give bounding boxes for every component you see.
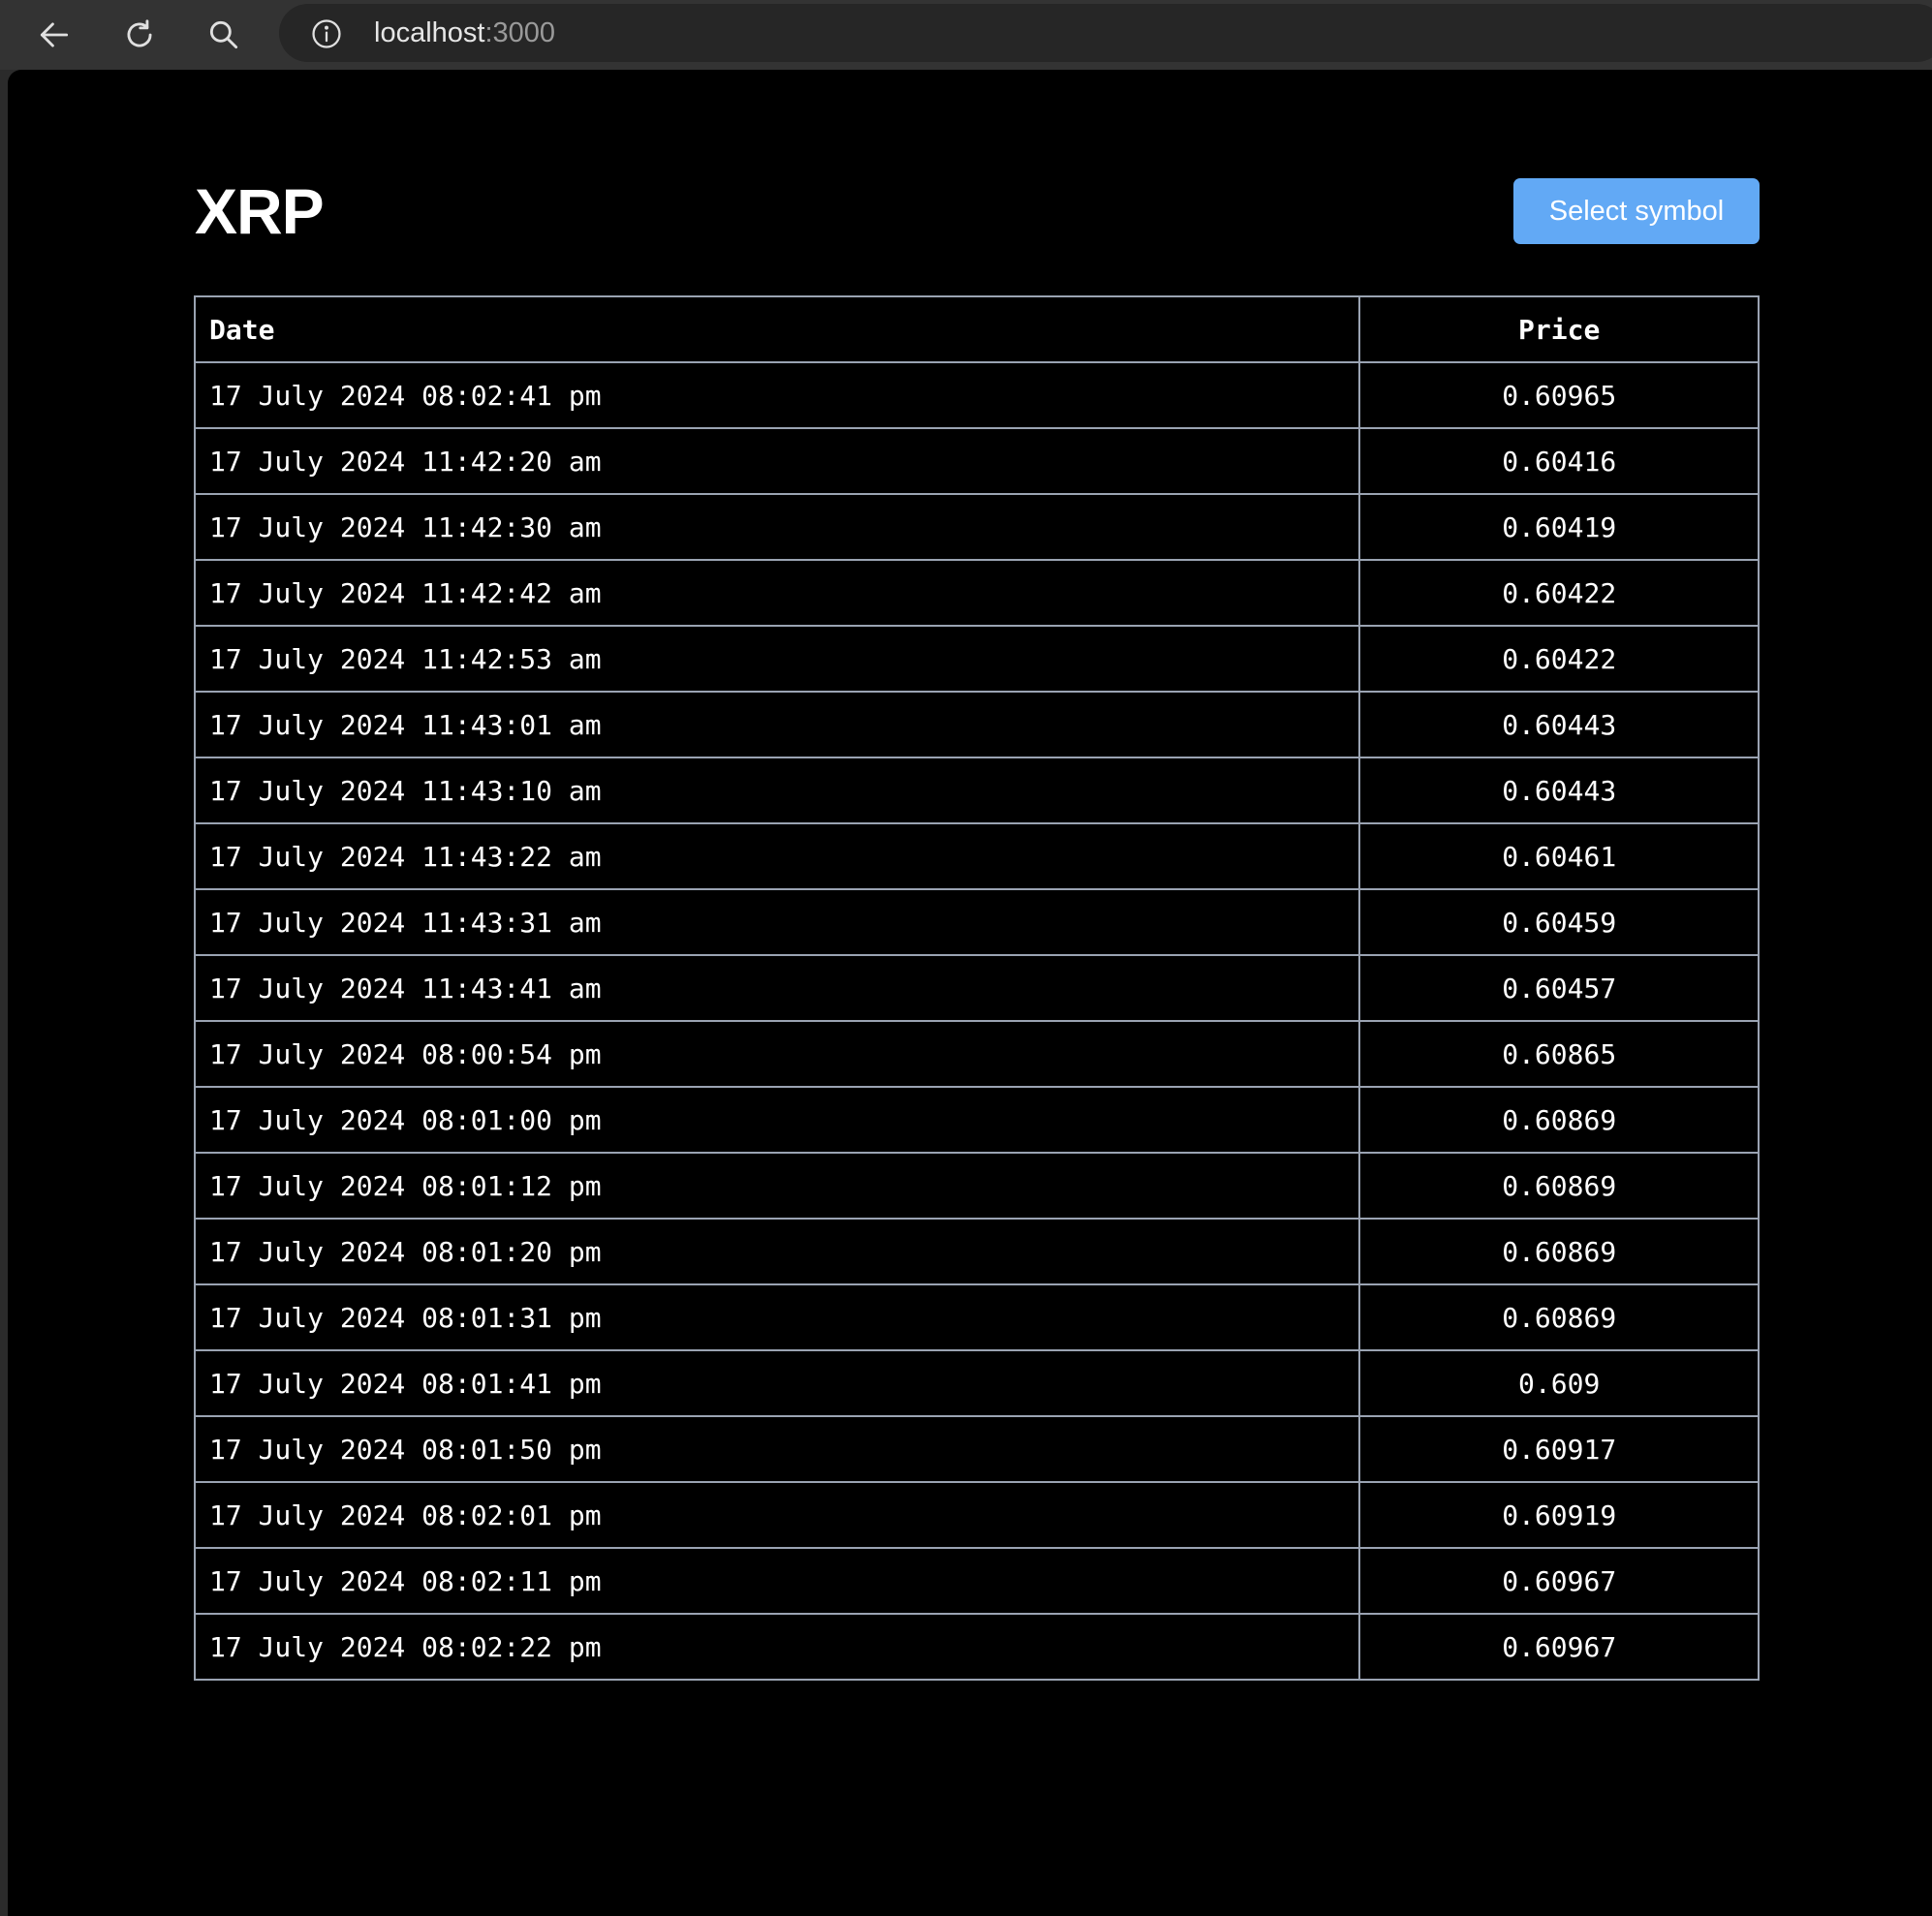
- price-cell: 0.60422: [1358, 559, 1760, 627]
- date-cell: 17 July 2024 08:01:00 pm: [193, 1086, 1361, 1154]
- reload-button[interactable]: [114, 10, 165, 60]
- date-cell: 17 July 2024 11:43:31 am: [193, 888, 1361, 956]
- date-cell: 17 July 2024 11:42:53 am: [193, 625, 1361, 693]
- date-cell: 17 July 2024 08:01:12 pm: [193, 1152, 1361, 1220]
- info-icon[interactable]: [310, 17, 343, 50]
- price-cell: 0.60865: [1358, 1020, 1760, 1088]
- date-cell: 17 July 2024 08:02:11 pm: [193, 1547, 1361, 1615]
- date-cell: 17 July 2024 08:00:54 pm: [193, 1020, 1361, 1088]
- browser-toolbar: localhost:3000: [0, 0, 1932, 70]
- date-cell: 17 July 2024 08:01:20 pm: [193, 1218, 1361, 1285]
- table-row: 17 July 2024 11:43:10 am 0.60443: [193, 757, 1760, 824]
- table-row: 17 July 2024 11:42:53 am 0.60422: [193, 625, 1760, 693]
- table-row: 17 July 2024 11:43:01 am 0.60443: [193, 691, 1760, 758]
- price-cell: 0.60919: [1358, 1481, 1760, 1549]
- price-cell: 0.60443: [1358, 757, 1760, 824]
- price-cell: 0.609: [1358, 1349, 1760, 1417]
- date-cell: 17 July 2024 08:02:41 pm: [193, 361, 1361, 429]
- price-cell: 0.60461: [1358, 822, 1760, 890]
- table-row: 17 July 2024 08:01:50 pm 0.60917: [193, 1415, 1760, 1483]
- date-cell: 17 July 2024 11:43:10 am: [193, 757, 1361, 824]
- price-cell: 0.60457: [1358, 954, 1760, 1022]
- table-row: 17 July 2024 11:42:20 am 0.60416: [193, 427, 1760, 495]
- address-bar[interactable]: localhost:3000: [279, 4, 1932, 62]
- date-cell: 17 July 2024 11:42:30 am: [193, 493, 1361, 561]
- search-icon: [209, 20, 238, 49]
- table-row: 17 July 2024 08:02:11 pm 0.60967: [193, 1547, 1760, 1615]
- table-row: 17 July 2024 11:43:31 am 0.60459: [193, 888, 1760, 956]
- date-cell: 17 July 2024 11:42:42 am: [193, 559, 1361, 627]
- date-column-header: Date: [193, 295, 1361, 363]
- price-cell: 0.60917: [1358, 1415, 1760, 1483]
- back-arrow-icon: [40, 22, 69, 47]
- page-title: XRP: [195, 175, 325, 247]
- price-cell: 0.60869: [1358, 1152, 1760, 1220]
- price-cell: 0.60419: [1358, 493, 1760, 561]
- date-cell: 17 July 2024 08:02:22 pm: [193, 1613, 1361, 1681]
- price-cell: 0.60869: [1358, 1218, 1760, 1285]
- table-row: 17 July 2024 08:02:22 pm 0.60967: [193, 1613, 1760, 1681]
- table-row: 17 July 2024 08:01:12 pm 0.60869: [193, 1152, 1760, 1220]
- price-cell: 0.60459: [1358, 888, 1760, 956]
- price-cell: 0.60967: [1358, 1613, 1760, 1681]
- date-cell: 17 July 2024 11:43:01 am: [193, 691, 1361, 758]
- table-row: 17 July 2024 11:43:22 am 0.60461: [193, 822, 1760, 890]
- date-cell: 17 July 2024 08:02:01 pm: [193, 1481, 1361, 1549]
- select-symbol-button[interactable]: Select symbol: [1513, 178, 1760, 244]
- price-column-header: Price: [1358, 295, 1760, 363]
- back-button[interactable]: [29, 10, 79, 60]
- reload-icon: [127, 19, 152, 47]
- date-cell: 17 July 2024 08:01:31 pm: [193, 1283, 1361, 1351]
- url-port: :3000: [484, 17, 556, 48]
- table-row: 17 July 2024 08:01:00 pm 0.60869: [193, 1086, 1760, 1154]
- table-row: 17 July 2024 08:01:31 pm 0.60869: [193, 1283, 1760, 1351]
- table-row: 17 July 2024 08:02:01 pm 0.60919: [193, 1481, 1760, 1549]
- price-cell: 0.60443: [1358, 691, 1760, 758]
- table-row: 17 July 2024 11:42:30 am 0.60419: [193, 493, 1760, 561]
- price-cell: 0.60967: [1358, 1547, 1760, 1615]
- table-row: 17 July 2024 08:01:41 pm 0.609: [193, 1349, 1760, 1417]
- date-cell: 17 July 2024 11:43:41 am: [193, 954, 1361, 1022]
- price-cell: 0.60416: [1358, 427, 1760, 495]
- price-cell: 0.60869: [1358, 1283, 1760, 1351]
- table-row: 17 July 2024 11:42:42 am 0.60422: [193, 559, 1760, 627]
- table-row: 17 July 2024 08:01:20 pm 0.60869: [193, 1218, 1760, 1285]
- price-table: Date Price 17 July 2024 08:02:41 pm 0.609…: [193, 295, 1760, 1681]
- url-text[interactable]: localhost:3000: [374, 16, 555, 49]
- search-button[interactable]: [199, 10, 249, 60]
- price-cell: 0.60422: [1358, 625, 1760, 693]
- table-row: 17 July 2024 11:43:41 am 0.60457: [193, 954, 1760, 1022]
- table-row: 17 July 2024 08:02:41 pm 0.60965: [193, 361, 1760, 429]
- page-viewport: XRP Select symbol Date Price 17 July 202…: [8, 70, 1932, 1916]
- price-cell: 0.60869: [1358, 1086, 1760, 1154]
- date-cell: 17 July 2024 08:01:41 pm: [193, 1349, 1361, 1417]
- date-cell: 17 July 2024 08:01:50 pm: [193, 1415, 1361, 1483]
- table-header-row: Date Price: [193, 295, 1760, 363]
- price-cell: 0.60965: [1358, 361, 1760, 429]
- url-host: localhost: [374, 17, 485, 48]
- date-cell: 17 July 2024 11:42:20 am: [193, 427, 1361, 495]
- table-row: 17 July 2024 08:00:54 pm 0.60865: [193, 1020, 1760, 1088]
- date-cell: 17 July 2024 11:43:22 am: [193, 822, 1361, 890]
